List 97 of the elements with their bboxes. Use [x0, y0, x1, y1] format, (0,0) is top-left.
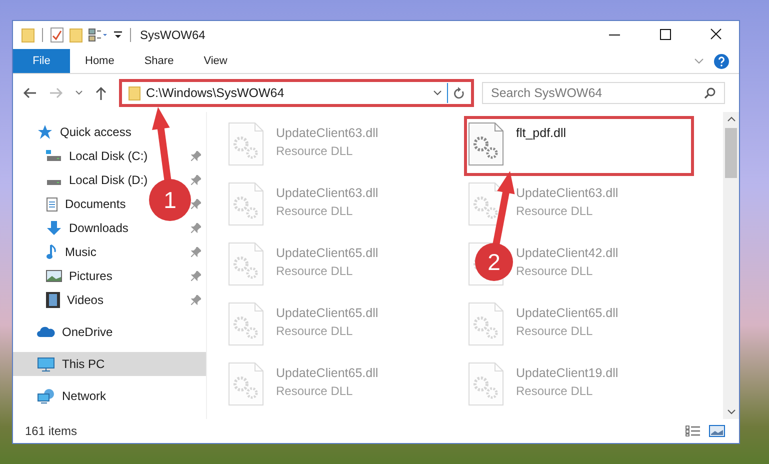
file-item[interactable]: flt_pdf.dll	[464, 116, 694, 176]
address-dropdown-icon[interactable]	[433, 90, 442, 96]
scroll-up-icon[interactable]	[726, 116, 736, 122]
back-arrow-icon[interactable]	[23, 87, 37, 99]
file-type: Resource DLL	[516, 384, 594, 398]
nav-item[interactable]: This PC	[13, 352, 206, 376]
gear-file-icon	[468, 182, 504, 226]
music-note-icon	[46, 244, 58, 260]
file-name: UpdateClient63.dll	[276, 186, 378, 200]
nav-item[interactable]: Documents	[13, 192, 130, 216]
file-name: UpdateClient63.dll	[516, 186, 618, 200]
step-number-badge: 1	[149, 179, 191, 221]
pin-icon[interactable]	[191, 247, 201, 257]
file-name: UpdateClient65.dll	[276, 306, 378, 320]
nav-label: Local Disk (C:)	[69, 149, 148, 163]
view-dropdown-icon[interactable]	[88, 28, 108, 42]
properties-icon[interactable]	[50, 27, 64, 43]
nav-label: Network	[62, 389, 106, 403]
folder-icon	[128, 86, 141, 100]
expand-ribbon-icon[interactable]	[694, 57, 704, 65]
address-bar[interactable]: C:\Windows\SysWOW64	[119, 79, 474, 107]
nav-label: This PC	[62, 357, 105, 371]
nav-label: Quick access	[60, 125, 132, 139]
file-name: flt_pdf.dll	[516, 126, 566, 140]
nav-label: Local Disk (D:)	[69, 173, 148, 187]
nav-item[interactable]: Local Disk (C:)	[13, 144, 152, 168]
document-icon	[46, 196, 58, 212]
pin-icon[interactable]	[191, 199, 201, 209]
gear-file-icon	[468, 362, 504, 406]
scroll-thumb[interactable]	[725, 128, 737, 178]
nav-label: Pictures	[69, 269, 112, 283]
file-name: UpdateClient65.dll	[516, 306, 618, 320]
nav-label: Downloads	[69, 221, 128, 235]
ribbon-tab[interactable]: Home	[70, 49, 130, 73]
nav-item[interactable]: Local Disk (D:)	[13, 168, 152, 192]
gear-file-icon	[468, 122, 504, 166]
scroll-down-icon[interactable]	[726, 409, 736, 415]
file-type: Resource DLL	[276, 324, 354, 338]
item-count: 161 items	[25, 424, 78, 438]
nav-item[interactable]: Videos	[13, 288, 108, 312]
file-type: Resource DLL	[276, 264, 354, 278]
file-name: UpdateClient19.dll	[516, 366, 618, 380]
network-icon	[37, 388, 55, 404]
nav-label: Music	[65, 245, 96, 259]
file-name: UpdateClient63.dll	[276, 126, 378, 140]
film-icon	[46, 292, 60, 308]
file-type: Resource DLL	[516, 204, 594, 218]
address-path: C:\Windows\SysWOW64	[146, 86, 284, 100]
recent-caret-icon[interactable]	[75, 90, 83, 96]
up-arrow-icon[interactable]	[95, 86, 107, 100]
nav-item[interactable]: OneDrive	[13, 320, 206, 344]
ribbon-tab[interactable]: Share	[129, 49, 189, 73]
file-type: Resource DLL	[516, 324, 594, 338]
nav-item[interactable]: Downloads	[13, 216, 132, 240]
system-drive-icon	[46, 150, 62, 162]
picture-icon	[46, 270, 62, 282]
file-type: Resource DLL	[276, 384, 354, 398]
gear-file-icon	[228, 122, 264, 166]
file-menu-button[interactable]: File	[13, 49, 70, 73]
pin-icon[interactable]	[191, 271, 201, 281]
help-icon[interactable]	[714, 54, 729, 68]
nav-item[interactable]: Quick access	[13, 120, 206, 144]
refresh-icon[interactable]	[453, 86, 465, 100]
file-name: UpdateClient65.dll	[276, 246, 378, 260]
search-field[interactable]: Search SysWOW64	[482, 82, 725, 104]
customize-caret-icon[interactable]	[113, 30, 123, 40]
download-arrow-icon	[46, 220, 62, 236]
details-view-icon[interactable]	[685, 425, 701, 437]
cloud-icon	[37, 326, 55, 338]
step-number-badge: 2	[475, 243, 513, 281]
large-icons-view-icon[interactable]	[709, 425, 725, 437]
window-title: SysWOW64	[140, 28, 206, 42]
gear-file-icon	[228, 362, 264, 406]
nav-item[interactable]: Pictures	[13, 264, 116, 288]
file-name: UpdateClient65.dll	[276, 366, 378, 380]
file-type: Resource DLL	[276, 144, 354, 158]
nav-item[interactable]: Music	[13, 240, 100, 264]
gear-file-icon	[228, 242, 264, 286]
pin-icon[interactable]	[191, 295, 201, 305]
nav-label: OneDrive	[62, 325, 113, 339]
nav-label: Videos	[67, 293, 104, 307]
vertical-scrollbar[interactable]	[723, 112, 739, 419]
file-type: Resource DLL	[276, 204, 354, 218]
ribbon-tab[interactable]: View	[188, 49, 242, 73]
pin-icon[interactable]	[191, 175, 201, 185]
gear-file-icon	[468, 302, 504, 346]
search-icon	[704, 87, 716, 99]
gear-file-icon	[228, 302, 264, 346]
monitor-icon	[37, 356, 55, 372]
nav-label: Documents	[65, 197, 126, 211]
pin-icon[interactable]	[191, 223, 201, 233]
gear-file-icon	[228, 182, 264, 226]
file-type: Resource DLL	[516, 264, 594, 278]
nav-item[interactable]: Network	[13, 384, 206, 408]
star-icon	[37, 124, 53, 140]
pin-icon[interactable]	[191, 151, 201, 161]
file-name: UpdateClient42.dll	[516, 246, 618, 260]
